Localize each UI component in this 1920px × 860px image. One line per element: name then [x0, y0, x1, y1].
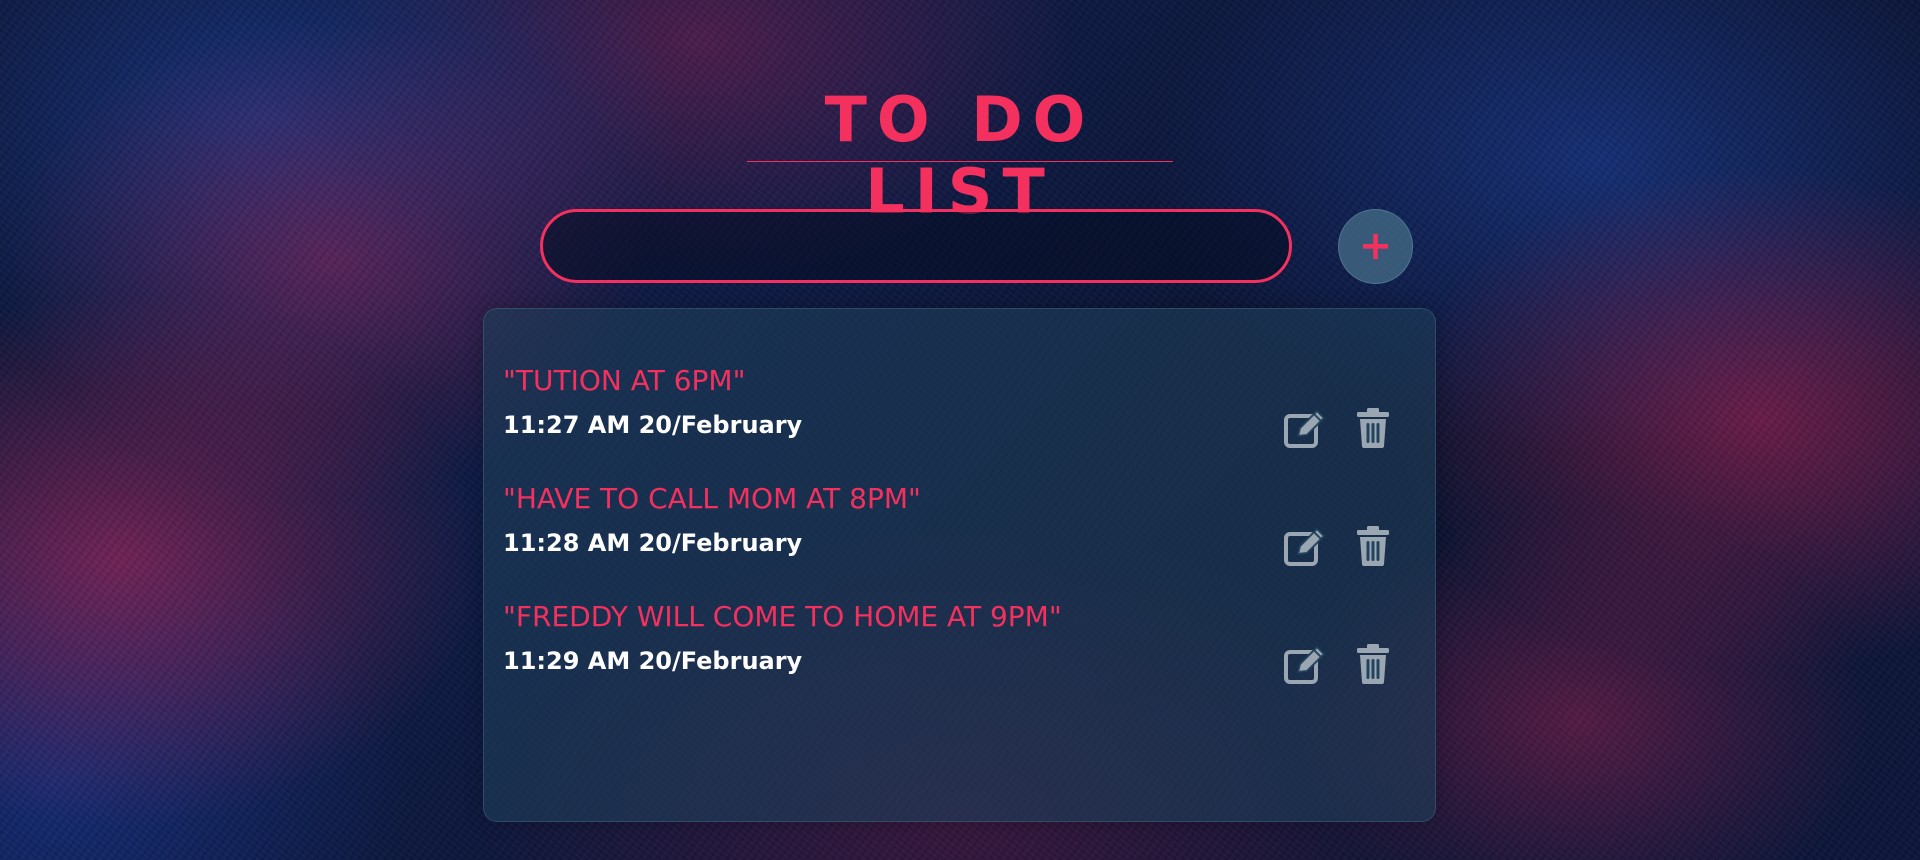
- edit-icon: [1284, 645, 1326, 684]
- task-text: "HAVE TO CALL MOM AT 8PM": [503, 482, 921, 515]
- trash-icon: [1357, 408, 1389, 448]
- task-timestamp: 11:28 AM 20/February: [503, 529, 803, 557]
- delete-task-button[interactable]: [1350, 524, 1396, 568]
- task-timestamp: 11:27 AM 20/February: [503, 411, 803, 439]
- task-item: "FREDDY WILL COME TO HOME AT 9PM" 11:29 …: [484, 600, 1437, 700]
- delete-task-button[interactable]: [1350, 406, 1396, 450]
- title-underline: [747, 161, 1173, 162]
- edit-icon: [1284, 409, 1326, 448]
- delete-task-button[interactable]: [1350, 642, 1396, 686]
- add-task-button[interactable]: +: [1338, 209, 1413, 284]
- task-input[interactable]: [540, 209, 1292, 283]
- task-timestamp: 11:29 AM 20/February: [503, 647, 803, 675]
- task-item: "HAVE TO CALL MOM AT 8PM" 11:28 AM 20/Fe…: [484, 482, 1437, 582]
- todo-app: TO DO LIST + "TUTION AT 6PM" 11:27 AM 20…: [0, 0, 1920, 860]
- trash-icon: [1357, 526, 1389, 566]
- page-title: TO DO LIST: [824, 83, 1096, 228]
- task-text: "TUTION AT 6PM": [503, 364, 746, 397]
- task-list-panel: "TUTION AT 6PM" 11:27 AM 20/February "HA…: [483, 308, 1436, 822]
- edit-task-button[interactable]: [1282, 524, 1328, 568]
- plus-icon: +: [1358, 222, 1393, 269]
- edit-icon: [1284, 527, 1326, 566]
- edit-task-button[interactable]: [1282, 406, 1328, 450]
- edit-task-button[interactable]: [1282, 642, 1328, 686]
- task-item: "TUTION AT 6PM" 11:27 AM 20/February: [484, 364, 1437, 464]
- task-text: "FREDDY WILL COME TO HOME AT 9PM": [503, 600, 1062, 633]
- trash-icon: [1357, 644, 1389, 684]
